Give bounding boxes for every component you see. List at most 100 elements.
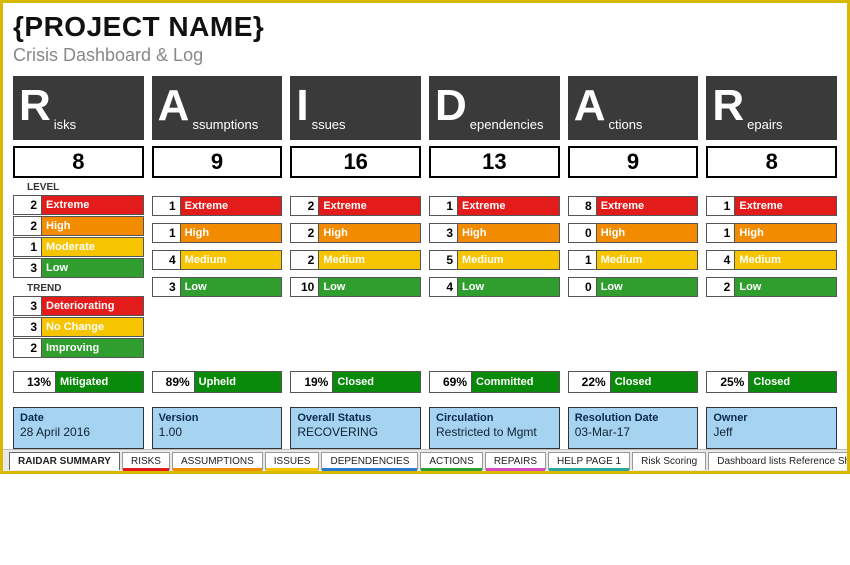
level-label-cell: Low [181, 278, 282, 296]
level-row: 0Low [568, 277, 699, 297]
col-header: Dependencies [429, 76, 560, 140]
col-rest: ssumptions [192, 117, 258, 140]
sheet-tabs: RAIDAR SUMMARYRISKSASSUMPTIONSISSUESDEPE… [3, 449, 847, 471]
sheet-tab[interactable]: DEPENDENCIES [321, 452, 418, 470]
level-count: 0 [569, 224, 597, 242]
level-row: 4Medium [152, 250, 283, 270]
info-value: Restricted to Mgmt [436, 425, 553, 439]
level-label-cell: High [597, 224, 698, 242]
level-row: 1Medium [568, 250, 699, 270]
tab-color-bar [173, 468, 262, 471]
level-row: 8Extreme [568, 196, 699, 216]
page-subtitle: Crisis Dashboard & Log [13, 45, 837, 66]
level-label-cell: Low [458, 278, 559, 296]
level-count: 1 [153, 197, 181, 215]
col-rest: isks [54, 117, 76, 140]
sheet-tab[interactable]: REPAIRS [485, 452, 546, 470]
status-row: 22%Closed [568, 371, 699, 393]
tab-color-bar [123, 468, 169, 471]
info-key: Owner [713, 412, 830, 424]
col-ependencies: Dependencies131Extreme3High5Medium4Low69… [429, 76, 560, 393]
count-box: 8 [706, 146, 837, 178]
level-count: 4 [153, 251, 181, 269]
status-pct: 89% [153, 372, 195, 392]
tab-color-bar [421, 468, 481, 471]
level-label-cell: Medium [181, 251, 282, 269]
sheet-tab[interactable]: HELP PAGE 1 [548, 452, 630, 470]
level-count: 1 [569, 251, 597, 269]
status-pct: 22% [569, 372, 611, 392]
status-label: Closed [611, 372, 698, 392]
level-count: 2 [291, 251, 319, 269]
level-label: LEVEL [13, 178, 144, 195]
level-row: 5Medium [429, 250, 560, 270]
status-row: 25%Closed [706, 371, 837, 393]
level-row: 1High [152, 223, 283, 243]
col-letter: D [435, 84, 467, 128]
info-value: 03-Mar-17 [575, 425, 692, 439]
info-card: CirculationRestricted to Mgmt [429, 407, 560, 449]
level-count: 3 [14, 259, 42, 277]
level-count: 1 [707, 224, 735, 242]
tab-color-bar [549, 468, 629, 471]
level-label-cell: Low [735, 278, 836, 296]
level-row: 2Medium [290, 250, 421, 270]
level-count: 2 [14, 196, 42, 214]
info-key: Circulation [436, 412, 553, 424]
level-row: 1High [706, 223, 837, 243]
raidar-columns: Risks8LEVEL2Extreme2High1Moderate3LowTRE… [13, 76, 837, 393]
level-count: 2 [291, 224, 319, 242]
info-key: Overall Status [297, 412, 414, 424]
col-header: Repairs [706, 76, 837, 140]
sheet-tab[interactable]: RAIDAR SUMMARY [9, 452, 120, 470]
level-row: 3High [429, 223, 560, 243]
level-row: 10Low [290, 277, 421, 297]
count-box: 9 [152, 146, 283, 178]
col-ctions: Actions98Extreme0High1Medium0Low22%Close… [568, 76, 699, 393]
level-count: 4 [707, 251, 735, 269]
level-label-cell: Medium [735, 251, 836, 269]
info-value: RECOVERING [297, 425, 414, 439]
level-count: 1 [14, 238, 42, 256]
count-box: 9 [568, 146, 699, 178]
level-label-cell: High [181, 224, 282, 242]
sheet-tab[interactable]: Risk Scoring [632, 452, 706, 470]
level-count: 1 [707, 197, 735, 215]
sheet-tab[interactable]: Dashboard lists Reference Sheet [708, 452, 847, 470]
status-pct: 13% [14, 372, 56, 392]
col-letter: A [574, 84, 606, 128]
trend-label-cell: No Change [42, 318, 143, 336]
level-label-cell: Moderate [42, 238, 143, 256]
sheet-tab[interactable]: ASSUMPTIONS [172, 452, 263, 470]
level-row: 2High [290, 223, 421, 243]
level-count: 5 [430, 251, 458, 269]
level-row: 0High [568, 223, 699, 243]
info-card: OwnerJeff [706, 407, 837, 449]
level-label-cell: Low [42, 259, 143, 277]
status-label: Committed [472, 372, 559, 392]
sheet-tab[interactable]: RISKS [122, 452, 170, 470]
level-row: 3Low [13, 258, 144, 278]
status-pct: 69% [430, 372, 472, 392]
level-count: 0 [569, 278, 597, 296]
sheet-tab[interactable]: ACTIONS [420, 452, 482, 470]
level-count: 8 [569, 197, 597, 215]
level-count: 3 [430, 224, 458, 242]
status-row: 69%Committed [429, 371, 560, 393]
sheet-tab[interactable]: ISSUES [265, 452, 320, 470]
tab-color-bar [322, 468, 417, 471]
level-label-cell: Medium [597, 251, 698, 269]
level-label-cell: Extreme [597, 197, 698, 215]
col-rest: epairs [747, 117, 782, 140]
level-label-cell: High [458, 224, 559, 242]
col-letter: R [712, 84, 744, 128]
trend-label-cell: Improving [42, 339, 143, 357]
count-box: 8 [13, 146, 144, 178]
col-header: Risks [13, 76, 144, 140]
level-label-cell: Extreme [735, 197, 836, 215]
level-row: 2Extreme [13, 195, 144, 215]
col-rest: ependencies [470, 117, 544, 140]
col-isks: Risks8LEVEL2Extreme2High1Moderate3LowTRE… [13, 76, 144, 393]
level-count: 2 [291, 197, 319, 215]
info-card: Overall StatusRECOVERING [290, 407, 421, 449]
